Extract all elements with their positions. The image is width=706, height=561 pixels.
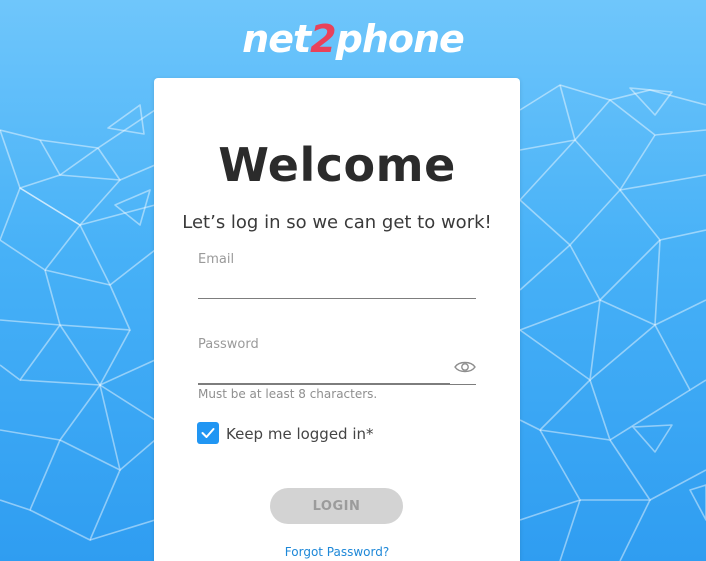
- forgot-password-link[interactable]: Forgot Password?: [154, 545, 520, 559]
- email-field[interactable]: [198, 272, 476, 299]
- login-button[interactable]: LOGIN: [270, 488, 403, 524]
- net2phone-logo: net2phone: [0, 14, 706, 64]
- page-title: Welcome: [218, 138, 456, 192]
- logo-text-net: net: [242, 17, 311, 61]
- page-subtitle: Let’s log in so we can get to work!: [182, 212, 492, 233]
- keep-logged-in-checkbox[interactable]: [197, 422, 219, 444]
- eye-icon[interactable]: [454, 359, 476, 375]
- login-page: net2phone Welcome Let’s log in so we can…: [0, 0, 706, 561]
- password-hint: Must be at least 8 characters.: [198, 387, 378, 401]
- password-underline: [198, 384, 476, 385]
- logo-text-2: 2: [310, 17, 336, 61]
- checkmark-icon: [201, 428, 215, 438]
- password-label: Password: [198, 337, 259, 352]
- email-label: Email: [198, 252, 235, 267]
- password-field[interactable]: [198, 357, 450, 384]
- logo-text-phone: phone: [335, 17, 465, 61]
- keep-logged-in-label[interactable]: Keep me logged in*: [226, 425, 374, 443]
